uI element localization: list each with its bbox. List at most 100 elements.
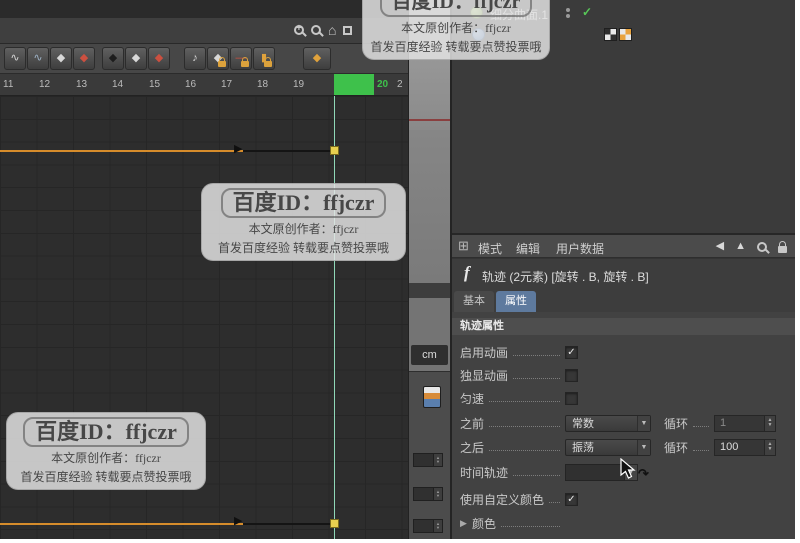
side-panel-strip: ▲ ▼ ▲ ▼ ▲ ▼ <box>409 371 451 539</box>
row-label: 匀速 <box>460 391 485 406</box>
spinner-arrows-icon[interactable]: ▲ ▼ <box>433 488 442 500</box>
custom-color-checkbox[interactable]: ✓ <box>565 492 578 506</box>
spinner-field[interactable]: ▲ ▼ <box>413 519 443 533</box>
spinner-arrows-icon[interactable]: ▲ ▼ <box>764 439 775 455</box>
after-dropdown[interactable]: 振荡 ▼ <box>565 438 651 456</box>
watermark-line: 首发百度经验 转载要点赞投票哦 <box>370 40 542 54</box>
dotted-leader <box>513 468 560 476</box>
animation-curve-selected[interactable] <box>243 523 335 525</box>
before-loop-field[interactable]: 1 ▲ ▼ <box>714 414 776 432</box>
dotted-leader <box>513 348 560 356</box>
spinner-field[interactable]: ▲ ▼ <box>413 487 443 501</box>
viewport-strip[interactable]: cm ▲ ▼ ▲ ▼ ▲ ▼ <box>408 0 451 539</box>
preview-range[interactable] <box>334 74 374 95</box>
before-dropdown[interactable]: 常数 ▼ <box>565 414 651 432</box>
frame-label: 19 <box>293 79 305 90</box>
menu-edit[interactable]: 编辑 <box>516 240 540 257</box>
row-solo-animation: 独显动画 <box>460 365 789 385</box>
lock-key-button[interactable]: ◆ <box>207 47 229 70</box>
frame-label: 16 <box>185 79 197 90</box>
curve-marker-icon: ▶ <box>234 143 243 155</box>
key-pair-button[interactable]: ◆ <box>50 47 72 70</box>
constant-velocity-checkbox[interactable] <box>565 391 578 405</box>
row-constant-velocity: 匀速 <box>460 388 789 408</box>
frame-label: 18 <box>257 79 269 90</box>
dotted-leader <box>693 443 709 451</box>
up-level-icon[interactable]: ▲ <box>735 241 746 252</box>
frame-label: 12 <box>39 79 51 90</box>
row-color: ▶ 颜色 <box>460 513 789 533</box>
cinema4d-app: ⌂ ∿ ∿ ◆ ◆ ◆ ◆ ◆ ♪ ◆ — ▮ ◆ 11 12 13 14 15… <box>0 0 795 539</box>
color-expander-icon[interactable]: ▶ <box>460 518 472 529</box>
timeline-ruler[interactable]: 11 12 13 14 15 16 17 18 19 20 2 <box>0 74 408 96</box>
curve-marker-icon: ▶ <box>234 515 243 527</box>
cursor-curl-icon: ↷ <box>638 466 649 481</box>
screenshot-stage: ⌂ ∿ ∿ ◆ ◆ ◆ ◆ ◆ ♪ ◆ — ▮ ◆ 11 12 13 14 15… <box>0 0 800 543</box>
viewport-horizon <box>409 283 451 298</box>
unit-label: cm <box>411 345 448 365</box>
zoom-icon[interactable] <box>311 25 321 35</box>
keyframe[interactable] <box>330 146 339 155</box>
key-white-button[interactable]: ◆ <box>125 47 147 70</box>
enable-animation-checkbox[interactable]: ✓ <box>565 345 578 359</box>
dotted-leader <box>501 519 560 527</box>
loop-label: 循环 <box>664 416 689 431</box>
material-tag-icon[interactable] <box>619 28 632 41</box>
row-label: 之前 <box>460 416 485 431</box>
texture-tag-icon[interactable] <box>604 28 617 41</box>
set-keyframe-button[interactable]: ◆ <box>303 47 331 70</box>
keyframe[interactable] <box>330 519 339 528</box>
sound-track-button[interactable]: ♪ <box>184 47 206 70</box>
viewport-background <box>409 130 451 283</box>
menubar-icons: ◀ ▲ <box>716 239 787 254</box>
frame-label: 13 <box>76 79 88 90</box>
current-frame-label: 20 <box>377 79 389 90</box>
zoom-in-icon[interactable] <box>294 23 304 35</box>
enabled-check-icon[interactable]: ✓ <box>582 5 592 19</box>
lock-tangent-button[interactable]: ▮ <box>253 47 275 70</box>
panel-grid-icon[interactable]: ⊞ <box>458 238 469 254</box>
time-track-field[interactable] <box>565 463 625 481</box>
visibility-dots[interactable] <box>566 8 570 18</box>
watermark: 百度ID：ffjczr 本文原创作者：ffjczr 首发百度经验 转载要点赞投票… <box>6 412 206 490</box>
frame-label: 15 <box>149 79 161 90</box>
axis-line <box>409 119 451 121</box>
animation-curve[interactable] <box>0 150 243 152</box>
watermark-line: 首发百度经验 转载要点赞投票哦 <box>217 241 389 255</box>
watermark-title: 百度ID：ffjczr <box>379 0 533 17</box>
lock-icon <box>218 57 226 67</box>
key-black-button[interactable]: ◆ <box>102 47 124 70</box>
watermark-line: 本文原创作者：ffjczr <box>401 21 511 35</box>
frame-all-icon[interactable] <box>343 25 353 35</box>
timeline-window-edge <box>0 0 408 18</box>
tab-basic[interactable]: 基本 <box>454 291 494 312</box>
home-icon[interactable]: ⌂ <box>328 23 336 37</box>
playhead-line[interactable] <box>334 96 335 539</box>
lock-value-button[interactable]: — <box>230 47 252 70</box>
section-track-properties[interactable]: 轨迹属性 <box>452 318 795 335</box>
menu-userdata[interactable]: 用户数据 <box>556 240 604 257</box>
row-after: 之后 振荡 ▼ 循环 100 ▲ ▼ <box>460 437 789 457</box>
watermark-line: 本文原创作者：ffjczr <box>248 222 359 236</box>
key-red-button[interactable]: ◆ <box>148 47 170 70</box>
history-back-icon[interactable]: ◀ <box>716 241 724 252</box>
animation-curve-selected[interactable] <box>243 150 335 152</box>
spinner-arrows-icon[interactable]: ▲ ▼ <box>433 454 442 466</box>
solo-animation-checkbox[interactable] <box>565 368 578 382</box>
tab-attributes[interactable]: 属性 <box>496 291 536 312</box>
watermark: 百度ID：ffjczr 本文原创作者：ffjczr 首发百度经验 转载要点赞投票… <box>201 183 406 261</box>
row-label: 独显动画 <box>460 368 509 383</box>
spinner-field[interactable]: ▲ ▼ <box>413 453 443 467</box>
curve-mode-button[interactable]: ∿ <box>4 47 26 70</box>
lock-icon[interactable] <box>778 240 787 253</box>
animation-curve[interactable] <box>0 523 243 525</box>
spinner-arrows-icon[interactable]: ▲ ▼ <box>433 520 442 532</box>
material-icon[interactable] <box>423 386 441 408</box>
after-loop-field[interactable]: 100 ▲ ▼ <box>714 438 776 456</box>
tangent-mode-button[interactable]: ∿ <box>27 47 49 70</box>
menu-mode[interactable]: 模式 <box>478 240 502 257</box>
attribute-tabs: 基本 属性 <box>452 288 795 312</box>
spinner-arrows-icon[interactable]: ▲ ▼ <box>764 415 775 431</box>
record-key-button[interactable]: ◆ <box>73 47 95 70</box>
search-icon[interactable] <box>757 241 767 252</box>
